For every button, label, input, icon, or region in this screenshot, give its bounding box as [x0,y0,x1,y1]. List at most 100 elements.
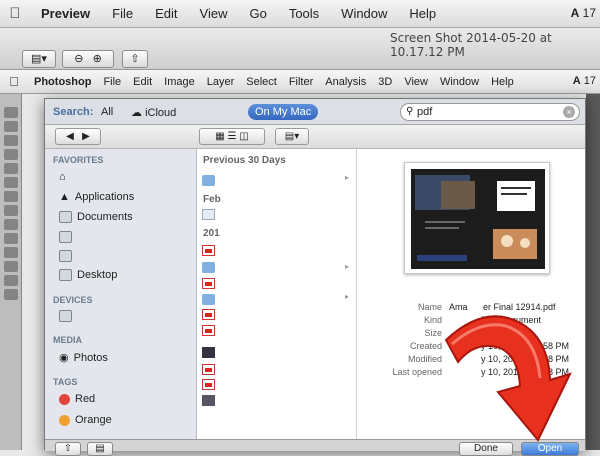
zoom-in-icon[interactable]: ⊕ [93,53,102,65]
sidebar-item-tag-red[interactable]: Red [59,393,95,405]
scope-all[interactable]: All [101,106,113,118]
menubar-status: A 17 [570,6,596,20]
back-forward-buttons[interactable]: ◀ ▶ [55,128,101,145]
menu-preview[interactable]: Preview [30,6,101,21]
ps-menu-filter[interactable]: Filter [283,76,319,88]
clear-search-icon[interactable]: × [563,106,575,118]
menu-view[interactable]: View [189,6,239,21]
sidebar-item-photos[interactable]: ◉ Photos [59,351,108,365]
options-icon[interactable]: ▤ [87,442,113,456]
photoshop-menubar:  Photoshop File Edit Image Layer Select… [0,70,600,94]
mac-menubar:  Preview File Edit View Go Tools Window… [0,0,600,28]
search-label: Search: [53,106,94,118]
sidebar-item-home[interactable]: ⌂ [59,171,66,183]
open-button[interactable]: Open [521,442,579,456]
brush-tool-icon[interactable] [4,191,18,202]
move-tool-icon[interactable] [4,107,18,118]
search-query: pdf [417,106,433,118]
sidebar-item-folder-1[interactable] [59,231,72,243]
share-button[interactable]: ⇧ [122,50,148,68]
done-button[interactable]: Done [459,442,513,456]
sidebar-item-applications[interactable]: ▲ Applications [59,191,134,203]
result-folder[interactable] [202,175,215,186]
menu-window[interactable]: Window [330,6,398,21]
zoom-buttons[interactable]: ⊖ ⊕ [62,50,114,68]
result-pdf[interactable] [202,325,215,336]
menu-tools[interactable]: Tools [278,6,330,21]
sidebar-item-tag-orange[interactable]: Orange [59,414,112,426]
results-column: Previous 30 Days Feb 201 ▸ ▸ ▸ [197,149,357,439]
result-folder[interactable] [202,294,215,305]
scope-icloud[interactable]: ☁ iCloud [131,106,176,119]
apple-icon[interactable]:  [0,5,30,22]
eyedropper-tool-icon[interactable] [4,177,18,188]
view-mode-buttons[interactable]: ▦ ☰ ◫ [199,128,265,145]
ps-menu-window[interactable]: Window [434,76,485,88]
crop-tool-icon[interactable] [4,163,18,174]
zoom-out-icon[interactable]: ⊖ [74,53,83,65]
desktop-icon [59,269,72,281]
ps-menu-layer[interactable]: Layer [201,76,241,88]
preview-toolbar: Screen Shot 2014-05-20 at 10.17.12 PM ▤▾… [0,28,600,70]
ps-menu-image[interactable]: Image [158,76,201,88]
result-image[interactable] [202,395,215,406]
result-image[interactable] [202,347,215,358]
result-pdf[interactable] [202,364,215,375]
orange-tag-icon [59,414,70,426]
icon-view-icon[interactable]: ▦ [215,131,224,142]
zoom-tool-icon[interactable] [4,289,18,300]
menu-edit[interactable]: Edit [144,6,188,21]
ps-menu-help[interactable]: Help [485,76,520,88]
search-icon: ⚲ [406,106,414,117]
menu-file[interactable]: File [101,6,144,21]
stamp-tool-icon[interactable] [4,205,18,216]
result-pdf[interactable] [202,309,215,320]
result-pdf[interactable] [202,245,215,256]
column-view-icon[interactable]: ◫ [239,131,248,142]
red-tag-icon [59,393,70,405]
ps-menu-analysis[interactable]: Analysis [319,76,372,88]
forward-icon[interactable]: ▶ [82,131,90,142]
sidebar-item-documents[interactable]: Documents [59,211,133,223]
group-previous-30-days: Previous 30 Days [203,155,286,166]
ps-menu-select[interactable]: Select [240,76,283,88]
sidebar-item-device[interactable] [59,310,72,322]
wand-tool-icon[interactable] [4,149,18,160]
hand-tool-icon[interactable] [4,275,18,286]
pen-tool-icon[interactable] [4,247,18,258]
menu-help[interactable]: Help [398,6,447,21]
result-folder[interactable] [202,262,215,273]
sidebar-item-folder-2[interactable] [59,250,72,262]
list-view-icon[interactable]: ☰ [228,131,237,142]
eraser-tool-icon[interactable] [4,219,18,230]
ps-menu-3d[interactable]: 3D [372,76,398,88]
gradient-tool-icon[interactable] [4,233,18,244]
applications-icon: ▲ [59,191,70,203]
expand-arrow-icon[interactable]: ▸ [345,173,349,182]
ps-menu-edit[interactable]: Edit [127,76,158,88]
result-pdf[interactable] [202,278,215,289]
type-tool-icon[interactable] [4,261,18,272]
apple-icon[interactable]:  [0,74,28,89]
folder-icon [59,250,72,262]
ps-menu-file[interactable]: File [97,76,127,88]
share-icon[interactable]: ⇧ [55,442,81,456]
search-input[interactable]: ⚲ pdf × [400,103,580,121]
back-icon[interactable]: ◀ [66,131,74,142]
result-app[interactable] [202,209,215,220]
arrange-button[interactable]: ▤▾ [275,128,309,145]
ps-menu-photoshop[interactable]: Photoshop [28,76,97,88]
sidebar-toggle-button[interactable]: ▤▾ [22,50,56,68]
sidebar-item-desktop[interactable]: Desktop [59,269,117,281]
disk-icon [59,310,72,322]
ps-menu-view[interactable]: View [398,76,434,88]
result-pdf[interactable] [202,379,215,390]
scope-on-my-mac[interactable]: On My Mac [248,104,319,120]
folder-icon [59,231,72,243]
marquee-tool-icon[interactable] [4,121,18,132]
expand-arrow-icon[interactable]: ▸ [345,292,349,301]
lasso-tool-icon[interactable] [4,135,18,146]
pdf-thumbnail [404,162,550,274]
expand-arrow-icon[interactable]: ▸ [345,262,349,271]
menu-go[interactable]: Go [238,6,277,21]
